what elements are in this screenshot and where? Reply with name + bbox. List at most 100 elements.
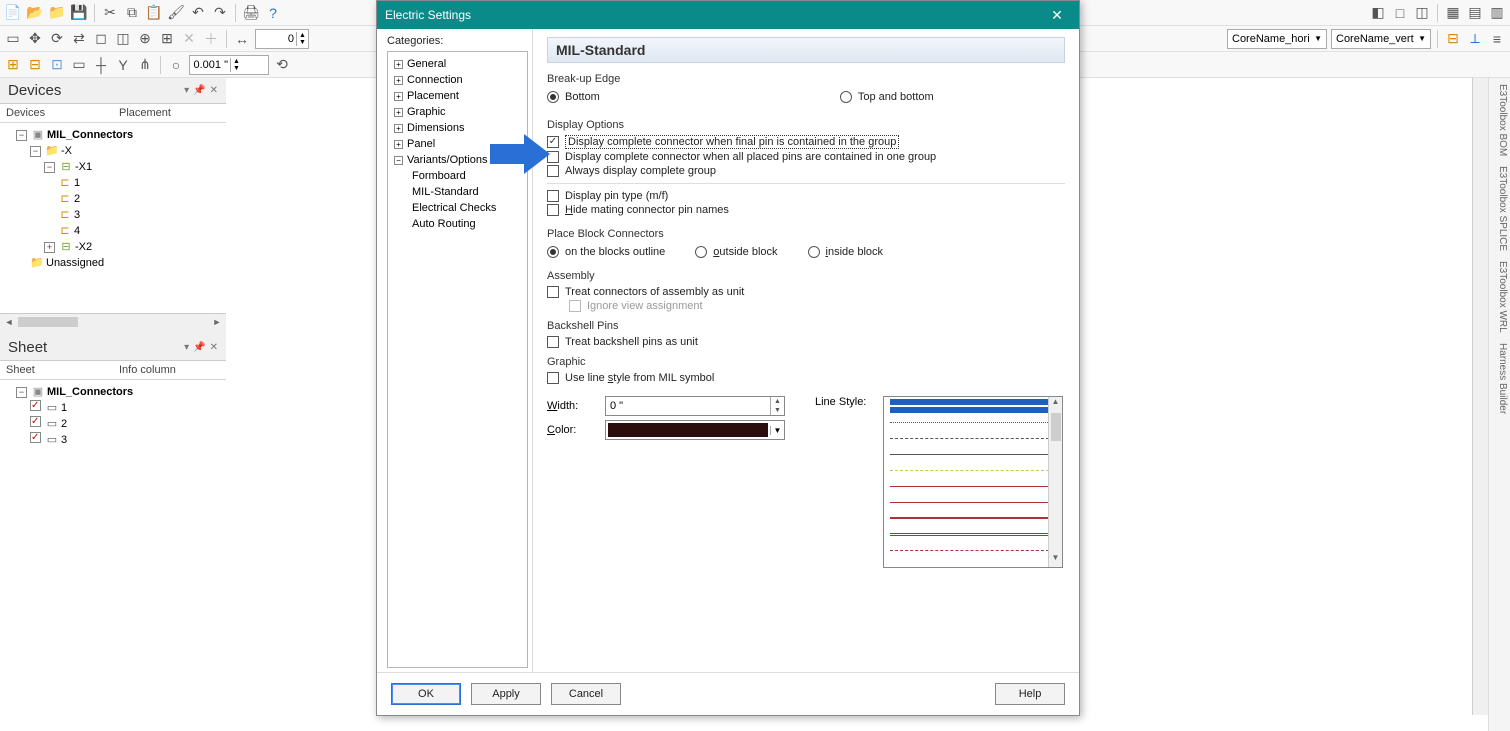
tool-icon-1[interactable]: ◻ [92,30,110,48]
devices-tree[interactable]: −▣MIL_Connectors −📁-X −⊟-X1 ⊏1 ⊏2 ⊏3 [0,123,226,313]
group-icon-2[interactable]: ⊟ [26,56,44,74]
scroll-left-icon[interactable]: ◄ [2,315,16,329]
dialog-titlebar[interactable]: Electric Settings ✕ [377,1,1079,29]
grid-icon-b[interactable]: ▤ [1466,4,1484,22]
graphic-cb1[interactable]: Use line style from MIL symbol [547,372,1065,384]
sheet-item-1[interactable]: ▭1 [30,400,224,416]
copy-icon[interactable]: ⧉ [123,4,141,22]
cat-panel[interactable]: +Panel [390,136,525,152]
scroll-thumb[interactable] [18,317,78,327]
tree-x2[interactable]: +⊟-X2 [44,239,224,255]
layout-split-icon[interactable]: ◧ [1369,4,1387,22]
scroll-up-icon[interactable]: ▲ [1049,397,1062,411]
tab-wrl[interactable]: E3Toolbox WRL [1491,261,1508,333]
cat-mil-standard[interactable]: MIL-Standard [390,184,525,200]
collapse-icon[interactable]: − [16,130,27,141]
panel-dropdown-icon[interactable]: ▾ [184,85,189,96]
backshell-cb1[interactable]: Treat backshell pins as unit [547,336,1065,348]
color-combo[interactable]: ▼ [605,420,785,440]
ok-button[interactable]: OK [391,683,461,705]
tree-x1[interactable]: −⊟-X1 ⊏1 ⊏2 ⊏3 ⊏4 [44,159,224,239]
new-icon[interactable]: 📄 [4,4,22,22]
panel-pin-icon[interactable]: 📌 [193,342,205,353]
panel-dropdown-icon[interactable]: ▾ [184,342,189,353]
sheet-root[interactable]: −▣MIL_Connectors ▭1 ▭2 ▭3 [16,384,224,448]
arrow-left-icon[interactable]: ↔ [233,30,251,48]
layout-single-icon[interactable]: □ [1391,4,1409,22]
tree-pin-3[interactable]: ⊏3 [58,207,224,223]
offset-spin[interactable]: ▲▼ [255,29,309,49]
display-opt-2[interactable]: Display complete connector when all plac… [547,151,1065,163]
devices-hscroll[interactable]: ◄ ► [0,313,226,329]
breakup-bottom-radio[interactable]: Bottom [547,91,600,103]
linestyle-scrollbar[interactable]: ▲ ▼ [1048,397,1062,567]
spin-up-icon[interactable]: ▲ [771,397,784,406]
devices-col-placement[interactable]: Placement [113,104,226,122]
paste-icon[interactable]: 📋 [145,4,163,22]
cat-formboard[interactable]: Formboard [390,168,525,184]
cat-dimensions[interactable]: +Dimensions [390,120,525,136]
width-input[interactable]: ▲▼ [605,396,785,416]
select-icon[interactable]: ▭ [4,30,22,48]
cat-graphic[interactable]: +Graphic [390,104,525,120]
save-icon[interactable]: 💾 [70,4,88,22]
apply-button[interactable]: Apply [471,683,541,705]
help-button[interactable]: Help [995,683,1065,705]
cat-electrical-checks[interactable]: Electrical Checks [390,200,525,216]
display-opt-5[interactable]: HHide mating connector pin nameside mati… [547,204,1065,216]
tree-pin-4[interactable]: ⊏4 [58,223,224,239]
corename-vert-combo[interactable]: CoreName_vert ▼ [1331,29,1431,49]
tool-icon-2[interactable]: ◫ [114,30,132,48]
cat-placement[interactable]: +Placement [390,88,525,104]
group-icon-4[interactable]: ▭ [70,56,88,74]
cut-icon[interactable]: ✂ [101,4,119,22]
corename-hori-combo[interactable]: CoreName_hori ▼ [1227,29,1327,49]
undo-icon[interactable]: ↶ [189,4,207,22]
scroll-down-icon[interactable]: ▼ [1049,553,1062,567]
breakup-topbottom-radio[interactable]: Top and bottom [840,91,934,103]
dim-icon[interactable]: ⟂ [1466,30,1484,48]
collapse-icon[interactable]: − [30,146,41,157]
tree-unassigned[interactable]: 📁Unassigned [30,255,224,271]
mirror-icon[interactable]: ⇄ [70,30,88,48]
panel-pin-icon[interactable]: 📌 [193,85,205,96]
place-block-outside[interactable]: outside block [695,246,777,258]
tab-harness-builder[interactable]: Harness Builder [1491,343,1508,414]
sheet-checkbox[interactable] [30,432,41,443]
cancel-button[interactable]: Cancel [551,683,621,705]
branch-icon-1[interactable]: Y [114,56,132,74]
scroll-thumb[interactable] [1051,413,1061,441]
collapse-icon[interactable]: − [16,387,27,398]
snap-icon[interactable]: ⊞ [158,30,176,48]
categories-tree[interactable]: +General +Connection +Placement +Graphic… [387,51,528,668]
layout-vsplit-icon[interactable]: ◫ [1413,4,1431,22]
linestyle-list[interactable]: ▲ ▼ [883,396,1063,568]
sheet-item-3[interactable]: ▭3 [30,432,224,448]
offset-input[interactable] [256,33,296,45]
display-opt-1[interactable]: Display complete connector when final pi… [547,135,1065,149]
grid-icon-c[interactable]: ▥ [1488,4,1506,22]
print-icon[interactable]: 🖨 [242,4,260,22]
tab-splice[interactable]: E3Toolbox SPLICE [1491,166,1508,251]
spin-down-icon[interactable]: ▼ [771,406,784,415]
tree-root[interactable]: −▣MIL_Connectors −📁-X −⊟-X1 ⊏1 ⊏2 ⊏3 [16,127,224,271]
rotate-icon[interactable]: ⟳ [48,30,66,48]
cat-variants[interactable]: −Variants/Options [390,152,525,168]
redo-icon[interactable]: ↷ [211,4,229,22]
display-opt-3[interactable]: Always display complete group [547,165,1065,177]
sheet-tree[interactable]: −▣MIL_Connectors ▭1 ▭2 ▭3 [0,380,226,731]
branch-icon-2[interactable]: ⋔ [136,56,154,74]
sheet-checkbox[interactable] [30,400,41,411]
move-icon[interactable]: ✥ [26,30,44,48]
scroll-right-icon[interactable]: ► [210,315,224,329]
collapse-icon[interactable]: − [44,162,55,173]
sheet-item-2[interactable]: ▭2 [30,416,224,432]
grid-icon-a[interactable]: ▦ [1444,4,1462,22]
panel-close-icon[interactable]: ✕ [210,342,218,353]
brush-icon[interactable]: 🖌 [167,4,185,22]
plus-icon[interactable]: ＋ [202,30,220,48]
width-field[interactable] [606,397,770,415]
circle-icon[interactable]: ○ [167,56,185,74]
place-block-inside[interactable]: inside block [808,246,884,258]
sheet-col-sheet[interactable]: Sheet [0,361,113,379]
